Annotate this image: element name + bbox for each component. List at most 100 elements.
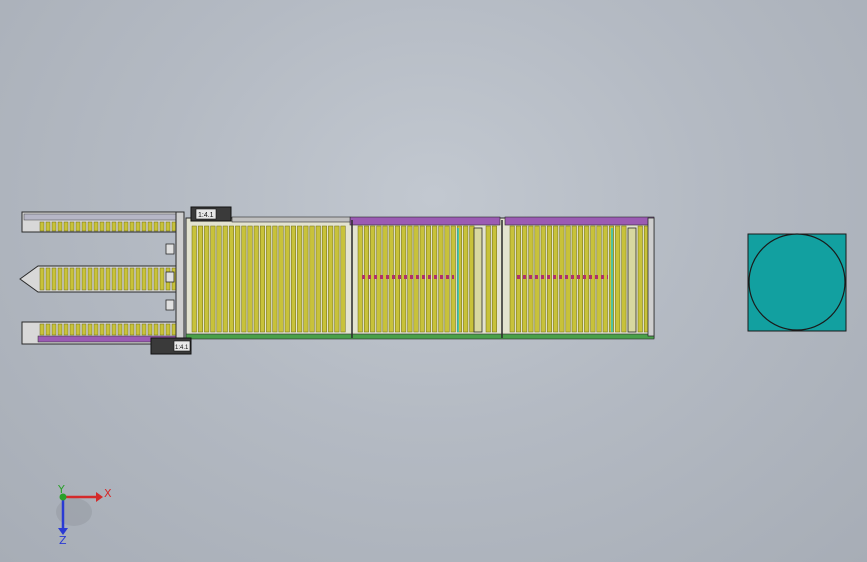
- roller: [171, 221, 177, 232]
- roller: [147, 267, 153, 291]
- roller: [204, 225, 210, 333]
- roller: [123, 323, 129, 336]
- roller: [87, 267, 93, 291]
- roller: [81, 267, 87, 291]
- roller: [297, 225, 303, 333]
- roller: [153, 267, 159, 291]
- roller: [111, 323, 117, 336]
- roller: [117, 267, 123, 291]
- roller: [357, 225, 363, 333]
- drive-motor-bottom[interactable]: 1:4.1: [150, 337, 192, 355]
- stopper-1: [473, 227, 483, 333]
- roller: [216, 225, 222, 333]
- roller: [135, 221, 141, 232]
- roller: [147, 323, 153, 336]
- roller: [315, 225, 321, 333]
- roller: [491, 225, 497, 333]
- roller: [621, 225, 627, 333]
- pallet-turntable: [748, 233, 846, 331]
- roller: [39, 267, 45, 291]
- fork-bracket-2: [165, 271, 175, 283]
- roller: [615, 225, 621, 333]
- roller: [159, 267, 165, 291]
- roller: [93, 323, 99, 336]
- roller: [129, 267, 135, 291]
- roller: [637, 225, 643, 333]
- fork-arm-bottom-rollers: [39, 323, 177, 336]
- cad-graphics-viewport[interactable]: 1:4.1 1:4.1 X Y Z: [0, 0, 867, 562]
- roller: [51, 323, 57, 336]
- roller: [159, 221, 165, 232]
- roller: [197, 225, 203, 333]
- roller: [57, 221, 63, 232]
- pallet-station[interactable]: [747, 233, 847, 332]
- roller: [87, 323, 93, 336]
- drive-motor-top[interactable]: 1:4.1: [190, 206, 232, 222]
- roller: [45, 221, 51, 232]
- roller: [111, 267, 117, 291]
- roller: [99, 267, 105, 291]
- roller: [165, 221, 171, 232]
- roller: [485, 225, 491, 333]
- roller: [111, 221, 117, 232]
- fork-cross-member: [175, 211, 185, 345]
- roller: [210, 225, 216, 333]
- roller: [57, 323, 63, 336]
- fork-arm-top-rail: [23, 213, 179, 221]
- main-conveyor-rollers: [191, 225, 649, 333]
- roller: [93, 221, 99, 232]
- roller: [253, 225, 259, 333]
- roller: [69, 267, 75, 291]
- top-rail-section-1: [231, 216, 351, 223]
- roller: [228, 225, 234, 333]
- roller: [278, 225, 284, 333]
- roller: [63, 267, 69, 291]
- roller: [39, 323, 45, 336]
- fork-arm-top-rollers: [39, 221, 177, 232]
- roller: [509, 225, 515, 333]
- roller: [266, 225, 272, 333]
- roller: [321, 225, 327, 333]
- roller: [334, 225, 340, 333]
- roller: [69, 221, 75, 232]
- roller: [39, 221, 45, 232]
- bottom-rail-green: [185, 333, 655, 340]
- roller: [51, 267, 57, 291]
- roller: [69, 323, 75, 336]
- roller: [141, 323, 147, 336]
- roller: [117, 221, 123, 232]
- roller: [135, 323, 141, 336]
- roller: [129, 323, 135, 336]
- roller: [272, 225, 278, 333]
- fork-bracket-1: [165, 243, 175, 255]
- roller: [105, 221, 111, 232]
- roller: [290, 225, 296, 333]
- x-axis-label: X: [104, 487, 112, 500]
- roller: [81, 323, 87, 336]
- roller: [117, 323, 123, 336]
- x-axis-arrowhead: [96, 492, 103, 502]
- z-axis-label: Z: [59, 534, 67, 547]
- roller: [51, 221, 57, 232]
- motor-label-bottom: 1:4.1: [175, 345, 189, 351]
- roller: [222, 225, 228, 333]
- roller: [303, 225, 309, 333]
- conveyor-assembly-model[interactable]: 1:4.1 1:4.1 X Y Z: [0, 0, 867, 562]
- roller: [241, 225, 247, 333]
- roller: [309, 225, 315, 333]
- fork-conveyor[interactable]: [19, 211, 185, 345]
- motor-label-top: 1:4.1: [198, 212, 214, 219]
- roller: [284, 225, 290, 333]
- triad-shadow: [56, 498, 92, 526]
- roller: [191, 225, 197, 333]
- roller: [105, 267, 111, 291]
- roller: [57, 267, 63, 291]
- main-conveyor[interactable]: [185, 216, 655, 340]
- roller: [75, 267, 81, 291]
- roller: [63, 221, 69, 232]
- roller: [93, 267, 99, 291]
- roller: [235, 225, 241, 333]
- roller: [63, 323, 69, 336]
- roller: [75, 221, 81, 232]
- roller: [247, 225, 253, 333]
